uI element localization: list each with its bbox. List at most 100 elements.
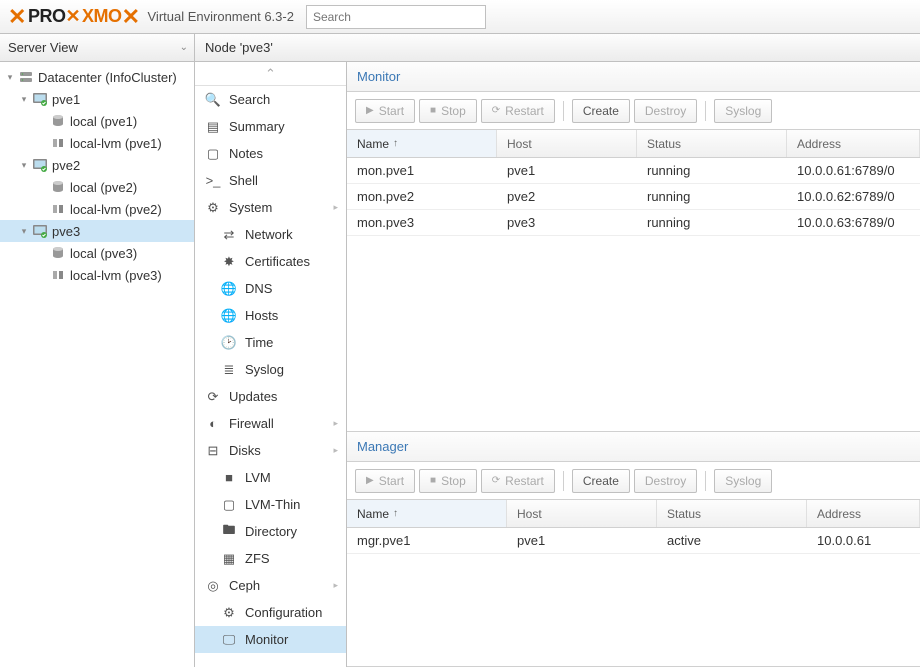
- column-name[interactable]: Name↑: [347, 130, 497, 157]
- nav-search[interactable]: 🔍Search: [195, 86, 346, 113]
- restart-button[interactable]: ⟳Restart: [481, 99, 555, 123]
- nav-time[interactable]: 🕑 Time: [195, 329, 346, 356]
- nav-updates[interactable]: ⟳Updates: [195, 383, 346, 410]
- column-host[interactable]: Host: [497, 130, 637, 157]
- nav-hosts[interactable]: 🌐 Hosts: [195, 302, 346, 329]
- button-label: Stop: [441, 104, 466, 118]
- tree-node-pve3[interactable]: ▾pve3: [0, 220, 194, 242]
- search-input[interactable]: [306, 5, 486, 29]
- sort-asc-icon: ↑: [393, 508, 398, 519]
- syslog-button[interactable]: Syslog: [714, 469, 772, 493]
- syslog-button[interactable]: Syslog: [714, 99, 772, 123]
- resource-tree: ▾Datacenter (InfoCluster)▾pve1local (pve…: [0, 62, 195, 667]
- nav-label: Directory: [245, 524, 297, 539]
- toolbar-separator: [563, 101, 564, 121]
- clock-icon: 🕑: [221, 335, 237, 351]
- stop-button[interactable]: ■Stop: [419, 469, 477, 493]
- column-address[interactable]: Address: [787, 130, 920, 157]
- nav-lvm[interactable]: ■LVM: [195, 464, 346, 491]
- column-host[interactable]: Host: [507, 500, 657, 527]
- chevron-right-icon: ▸: [333, 580, 338, 591]
- nav-monitor[interactable]: 🖵Monitor: [195, 626, 346, 653]
- destroy-button[interactable]: Destroy: [634, 99, 697, 123]
- nav-syslog[interactable]: ≣Syslog: [195, 356, 346, 383]
- tree-node-label: local-lvm (pve2): [70, 202, 162, 217]
- tree-storage[interactable]: local-lvm (pve1): [0, 132, 194, 154]
- tree-storage[interactable]: local (pve1): [0, 110, 194, 132]
- tree-storage[interactable]: local (pve2): [0, 176, 194, 198]
- nav-firewall[interactable]: ◐Firewall▸: [195, 410, 346, 437]
- tree-node-icon: [50, 179, 66, 195]
- cell-host: pve1: [507, 528, 657, 553]
- tree-storage[interactable]: local (pve3): [0, 242, 194, 264]
- column-address[interactable]: Address: [807, 500, 920, 527]
- nav-configuration[interactable]: ⚙Configuration: [195, 599, 346, 626]
- stop-button[interactable]: ■Stop: [419, 99, 477, 123]
- tree-node-icon: [50, 267, 66, 283]
- nav-summary[interactable]: ▤Summary: [195, 113, 346, 140]
- destroy-button[interactable]: Destroy: [634, 469, 697, 493]
- button-label: Create: [583, 104, 619, 118]
- nav-ceph[interactable]: ◎Ceph▸: [195, 572, 346, 599]
- notes-icon: ▢: [205, 146, 221, 162]
- tree-storage[interactable]: local-lvm (pve3): [0, 264, 194, 286]
- nav-label: Network: [245, 227, 293, 242]
- nav-lvmthin[interactable]: ▢LVM-Thin: [195, 491, 346, 518]
- button-label: Restart: [505, 474, 544, 488]
- nav-notes[interactable]: ▢Notes: [195, 140, 346, 167]
- start-button[interactable]: ▶Start: [355, 469, 415, 493]
- table-row[interactable]: mgr.pve1pve1active10.0.0.61: [347, 528, 920, 554]
- cell-address: 10.0.0.61:6789/0: [787, 158, 920, 183]
- tree-storage[interactable]: local-lvm (pve2): [0, 198, 194, 220]
- restart-button[interactable]: ⟳Restart: [481, 469, 555, 493]
- nav-label: Hosts: [245, 308, 278, 323]
- nav-system[interactable]: ⚙System▸: [195, 194, 346, 221]
- tree-node-icon: [50, 113, 66, 129]
- logo-x-icon: ✕: [122, 4, 140, 30]
- tree-node-pve1[interactable]: ▾pve1: [0, 88, 194, 110]
- nav-certificates[interactable]: ✸Certificates: [195, 248, 346, 275]
- create-button[interactable]: Create: [572, 99, 630, 123]
- column-name[interactable]: Name↑: [347, 500, 507, 527]
- server-view-dropdown[interactable]: Server View ⌄: [0, 34, 195, 61]
- nav-zfs[interactable]: ▦ZFS: [195, 545, 346, 572]
- cell-address: 10.0.0.61: [807, 528, 920, 553]
- tree-node-label: local-lvm (pve3): [70, 268, 162, 283]
- column-status[interactable]: Status: [657, 500, 807, 527]
- nav-dns[interactable]: 🌐DNS: [195, 275, 346, 302]
- monitor-title: Monitor: [357, 69, 400, 84]
- tree-datacenter[interactable]: ▾Datacenter (InfoCluster): [0, 66, 194, 88]
- nav-directory[interactable]: 🖿 Directory: [195, 518, 346, 545]
- chevron-right-icon: ▸: [333, 202, 338, 213]
- table-row[interactable]: mon.pve2pve2running10.0.0.62:6789/0: [347, 184, 920, 210]
- list-icon: ≣: [221, 362, 237, 378]
- table-row[interactable]: mon.pve3pve3running10.0.0.63:6789/0: [347, 210, 920, 236]
- nav-disks[interactable]: ⊟Disks▸: [195, 437, 346, 464]
- nav-label: Time: [245, 335, 273, 350]
- globe-icon: 🌐: [221, 308, 237, 324]
- cell-name: mon.pve2: [347, 184, 497, 209]
- create-button[interactable]: Create: [572, 469, 630, 493]
- nav-network[interactable]: ⇄ Network: [195, 221, 346, 248]
- network-icon: ⇄: [221, 227, 237, 243]
- logo-pro: PRO: [28, 6, 66, 27]
- tree-node-icon: [18, 69, 34, 85]
- nav-shell[interactable]: >_Shell: [195, 167, 346, 194]
- toolbar-separator: [563, 471, 564, 491]
- tree-node-icon: [32, 157, 48, 173]
- tree-node-pve2[interactable]: ▾pve2: [0, 154, 194, 176]
- nav-label: LVM-Thin: [245, 497, 300, 512]
- node-title: Node 'pve3': [195, 34, 920, 61]
- start-button[interactable]: ▶Start: [355, 99, 415, 123]
- table-row[interactable]: mon.pve1pve1running10.0.0.61:6789/0: [347, 158, 920, 184]
- cell-status: running: [637, 184, 787, 209]
- shield-icon: ◐: [205, 416, 221, 432]
- tree-node-icon: [50, 245, 66, 261]
- manager-grid-header: Name↑HostStatusAddress: [347, 500, 920, 528]
- cell-host: pve2: [497, 184, 637, 209]
- column-status[interactable]: Status: [637, 130, 787, 157]
- cell-host: pve3: [497, 210, 637, 235]
- folder-icon: 🖿: [221, 524, 237, 540]
- logo-x-icon: ✕: [8, 4, 26, 30]
- nav-collapse-handle[interactable]: ⌃: [195, 62, 346, 86]
